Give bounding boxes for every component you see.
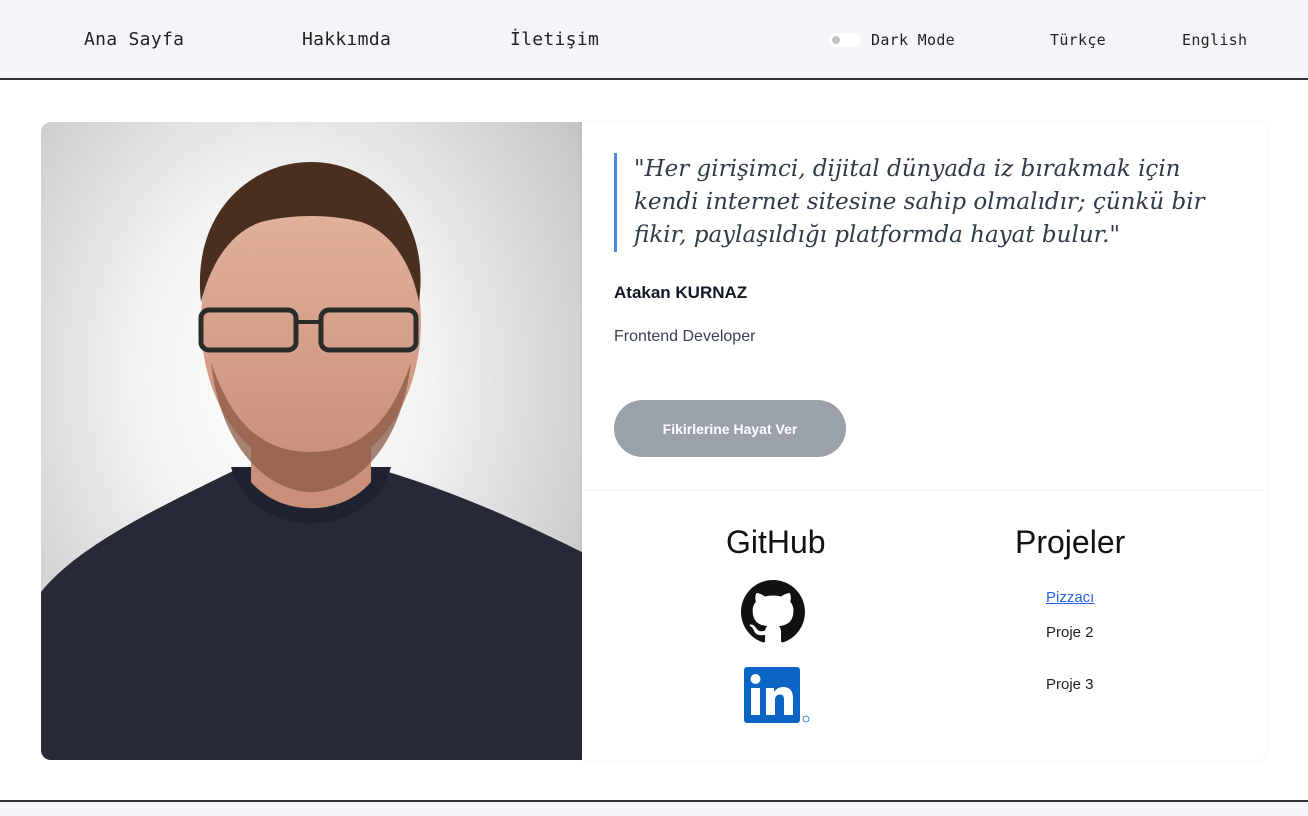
project-item-3: Proje 3 (1046, 676, 1094, 693)
nav-home-link[interactable]: Ana Sayfa (84, 29, 184, 50)
nav-contact-link[interactable]: İletişim (510, 29, 599, 50)
author-name: Atakan KURNAZ (614, 283, 748, 302)
lang-english-link[interactable]: English (1182, 31, 1247, 49)
profile-photo (41, 122, 582, 760)
github-title: GitHub (726, 524, 826, 560)
nav-about-link[interactable]: Hakkımda (302, 29, 391, 50)
author-role: Frontend Developer (614, 328, 756, 345)
github-icon[interactable] (741, 580, 805, 644)
footer (0, 800, 1308, 816)
linkedin-icon[interactable] (744, 667, 812, 725)
dark-mode-label[interactable]: Dark Mode (871, 31, 955, 49)
toggle-knob (832, 36, 840, 44)
portrait-illustration (41, 162, 582, 760)
cta-button[interactable]: Fikirlerine Hayat Ver (614, 400, 846, 457)
dark-mode-toggle[interactable] (829, 33, 861, 47)
projects-title: Projeler (1015, 524, 1126, 560)
project-item-2: Proje 2 (1046, 624, 1094, 641)
top-nav: Ana Sayfa Hakkımda İletişim Dark Mode Tü… (0, 0, 1308, 80)
lang-turkish-link[interactable]: Türkçe (1050, 31, 1106, 49)
project-link-pizzaci[interactable]: Pizzacı (1046, 589, 1094, 606)
card-divider (582, 490, 1267, 491)
hero-quote: "Her girişimci, dijital dünyada iz bırak… (614, 153, 1224, 252)
